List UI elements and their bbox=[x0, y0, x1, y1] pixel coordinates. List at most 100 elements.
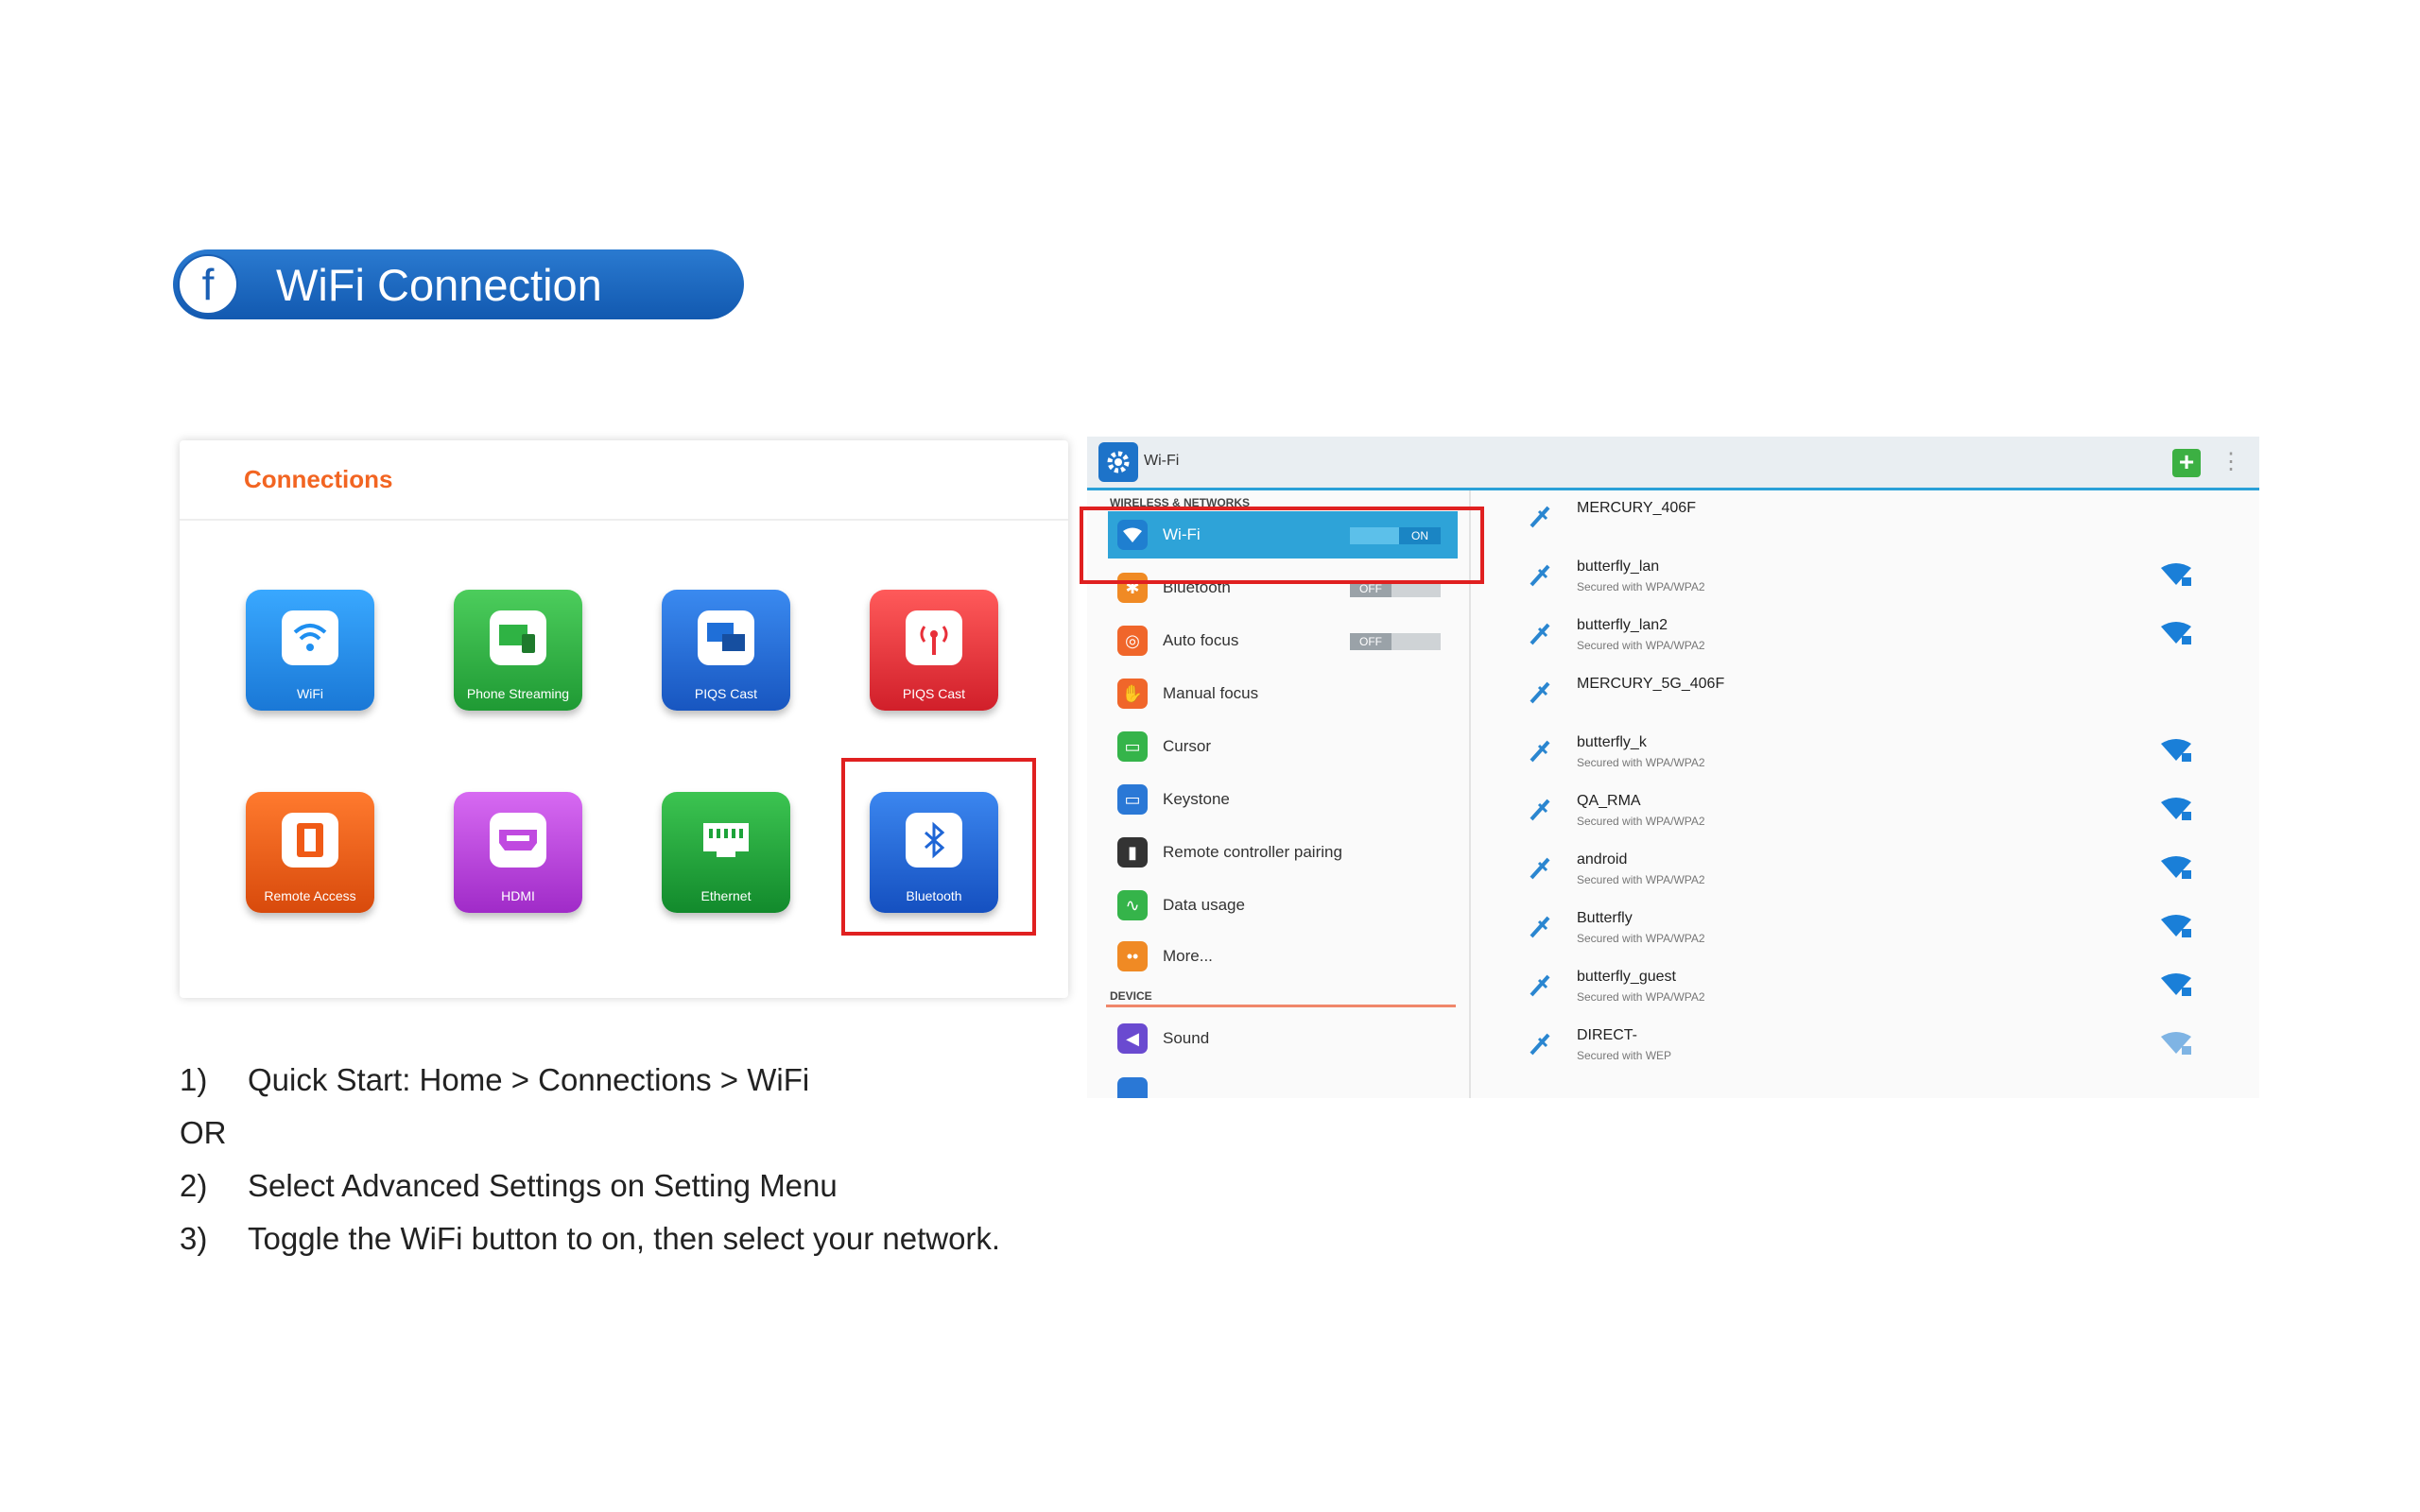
settings-title: Wi-Fi bbox=[1144, 453, 1180, 469]
instruction-or: OR bbox=[180, 1115, 227, 1151]
auto-focus-toggle[interactable]: OFF bbox=[1350, 633, 1441, 650]
remote-access-tile[interactable]: Remote Access bbox=[246, 792, 374, 913]
sidebar-item-label: Auto focus bbox=[1163, 631, 1239, 649]
wifi-locked-icon bbox=[2161, 798, 2191, 820]
antenna-icon bbox=[906, 610, 962, 665]
step-text: Quick Start: Home > Connections > WiFi bbox=[248, 1062, 810, 1097]
sidebar-item-cursor[interactable]: ▭ Cursor bbox=[1108, 723, 1458, 770]
network-name: butterfly_lan2 bbox=[1577, 617, 1668, 633]
sidebar-item-sound[interactable]: ◀ Sound bbox=[1108, 1015, 1458, 1062]
settings-top-bar: Wi-Fi + ⋮ bbox=[1087, 437, 2259, 490]
sidebar-item-more[interactable]: •• More... bbox=[1108, 933, 1458, 980]
network-item[interactable]: QA_RMA Secured with WPA/WPA2 bbox=[1530, 783, 2259, 840]
category-divider bbox=[1106, 1005, 1456, 1007]
sidebar-item-keystone[interactable]: ▭ Keystone bbox=[1108, 776, 1458, 823]
gear-icon[interactable] bbox=[1098, 442, 1138, 482]
wifi-locked-icon bbox=[2161, 856, 2191, 879]
network-item[interactable]: butterfly_guest Secured with WPA/WPA2 bbox=[1530, 959, 2259, 1016]
tile-label: PIQS Cast bbox=[694, 686, 758, 701]
sidebar-item-label: Manual focus bbox=[1163, 684, 1259, 702]
sidebar-item-auto-focus[interactable]: ◎ Auto focus OFF bbox=[1108, 617, 1458, 664]
network-name: butterfly_lan bbox=[1577, 558, 1660, 575]
wifi-locked-icon bbox=[2161, 563, 2191, 586]
step-number: 3) bbox=[180, 1221, 208, 1256]
bluetooth-highlight-box bbox=[841, 758, 1036, 936]
cursor-icon: ▭ bbox=[1117, 731, 1148, 762]
network-item[interactable]: MERCURY_406F bbox=[1530, 490, 2259, 547]
hdmi-tile[interactable]: HDMI bbox=[454, 792, 582, 913]
phone-streaming-tile[interactable]: Phone Streaming bbox=[454, 590, 582, 711]
tile-label: WiFi bbox=[297, 686, 323, 701]
network-security: Secured with WPA/WPA2 bbox=[1577, 639, 1705, 652]
tile-label: Ethernet bbox=[700, 888, 752, 903]
instruction-step-2: 2) Select Advanced Settings on Setting Me… bbox=[180, 1168, 838, 1204]
cast-icon bbox=[698, 610, 754, 665]
network-item[interactable]: MERCURY_5G_406F bbox=[1530, 666, 2259, 723]
wifi-locked-icon bbox=[2161, 973, 2191, 996]
step-number: 2) bbox=[180, 1168, 208, 1203]
add-network-button[interactable]: + bbox=[2172, 449, 2201, 477]
network-item[interactable]: DIRECT- Secured with WEP bbox=[1530, 1018, 2259, 1074]
network-name: QA_RMA bbox=[1577, 793, 1641, 809]
sidebar-item-label: Remote controller pairing bbox=[1163, 843, 1342, 861]
section-letter-badge: f bbox=[178, 254, 238, 315]
network-list: MERCURY_406F butterfly_lan Secured with … bbox=[1484, 490, 2259, 1098]
manual-focus-icon: ✋ bbox=[1117, 679, 1148, 709]
network-security: Secured with WPA/WPA2 bbox=[1577, 990, 1705, 1004]
step-text: Toggle the WiFi button to on, then selec… bbox=[248, 1221, 1001, 1256]
network-name: MERCURY_406F bbox=[1577, 500, 1696, 516]
tile-label: HDMI bbox=[501, 888, 535, 903]
network-security: Secured with WPA/WPA2 bbox=[1577, 756, 1705, 769]
data-usage-icon: ∿ bbox=[1117, 890, 1148, 920]
network-signal-icon bbox=[1530, 857, 1550, 880]
connections-panel: Connections WiFi Phone Streaming PIQS Ca… bbox=[180, 440, 1068, 998]
network-signal-icon bbox=[1530, 564, 1550, 587]
network-signal-icon bbox=[1530, 1033, 1550, 1056]
sidebar-item-label: Data usage bbox=[1163, 896, 1245, 914]
tile-label: Remote Access bbox=[264, 888, 356, 903]
wifi-locked-icon bbox=[2161, 915, 2191, 937]
toggle-state: OFF bbox=[1350, 633, 1392, 650]
section-title: WiFi Connection bbox=[276, 259, 602, 310]
piqs-cast-tile[interactable]: PIQS Cast bbox=[662, 590, 790, 711]
wifi-locked-icon bbox=[2161, 739, 2191, 762]
network-name: Butterfly bbox=[1577, 910, 1633, 926]
ethernet-tile[interactable]: Ethernet bbox=[662, 792, 790, 913]
sidebar-item-manual-focus[interactable]: ✋ Manual focus bbox=[1108, 670, 1458, 717]
sidebar-item-label: More... bbox=[1163, 947, 1213, 965]
network-signal-icon bbox=[1530, 740, 1550, 763]
network-security: Secured with WPA/WPA2 bbox=[1577, 932, 1705, 945]
network-signal-icon bbox=[1530, 974, 1550, 997]
tile-label: Phone Streaming bbox=[466, 686, 570, 701]
step-text: Select Advanced Settings on Setting Menu bbox=[248, 1168, 838, 1203]
instruction-step-3: 3) Toggle the WiFi button to on, then sel… bbox=[180, 1221, 1000, 1257]
sidebar-item-data-usage[interactable]: ∿ Data usage bbox=[1108, 882, 1458, 929]
wifi-highlight-box bbox=[1080, 507, 1484, 584]
network-signal-icon bbox=[1530, 799, 1550, 821]
keystone-icon: ▭ bbox=[1117, 784, 1148, 815]
remote-icon: ▮ bbox=[1117, 837, 1148, 868]
network-item[interactable]: butterfly_lan Secured with WPA/WPA2 bbox=[1530, 549, 2259, 606]
sidebar-item-label: Keystone bbox=[1163, 790, 1230, 808]
wifi-tile[interactable]: WiFi bbox=[246, 590, 374, 711]
sidebar-item-partial[interactable] bbox=[1108, 1069, 1458, 1098]
overflow-menu-icon[interactable]: ⋮ bbox=[2220, 448, 2242, 475]
network-signal-icon bbox=[1530, 681, 1550, 704]
network-item[interactable]: butterfly_k Secured with WPA/WPA2 bbox=[1530, 725, 2259, 782]
piqs-cast-antenna-tile[interactable]: PIQS Cast bbox=[870, 590, 998, 711]
network-item[interactable]: android Secured with WPA/WPA2 bbox=[1530, 842, 2259, 899]
hdmi-icon bbox=[490, 813, 546, 868]
network-name: MERCURY_5G_406F bbox=[1577, 676, 1725, 692]
instruction-step-1: 1) Quick Start: Home > Connections > WiFi bbox=[180, 1062, 809, 1098]
network-signal-icon bbox=[1530, 916, 1550, 938]
section-header: f WiFi Connection bbox=[173, 249, 744, 319]
network-security: Secured with WEP bbox=[1577, 1049, 1672, 1062]
wifi-locked-icon bbox=[2161, 622, 2191, 644]
wifi-locked-icon bbox=[2161, 1032, 2191, 1055]
ethernet-icon bbox=[698, 813, 754, 868]
sidebar-item-remote-pairing[interactable]: ▮ Remote controller pairing bbox=[1108, 829, 1458, 876]
connections-title: Connections bbox=[244, 465, 393, 493]
network-item[interactable]: Butterfly Secured with WPA/WPA2 bbox=[1530, 901, 2259, 957]
network-item[interactable]: butterfly_lan2 Secured with WPA/WPA2 bbox=[1530, 608, 2259, 664]
network-name: DIRECT- bbox=[1577, 1027, 1637, 1043]
